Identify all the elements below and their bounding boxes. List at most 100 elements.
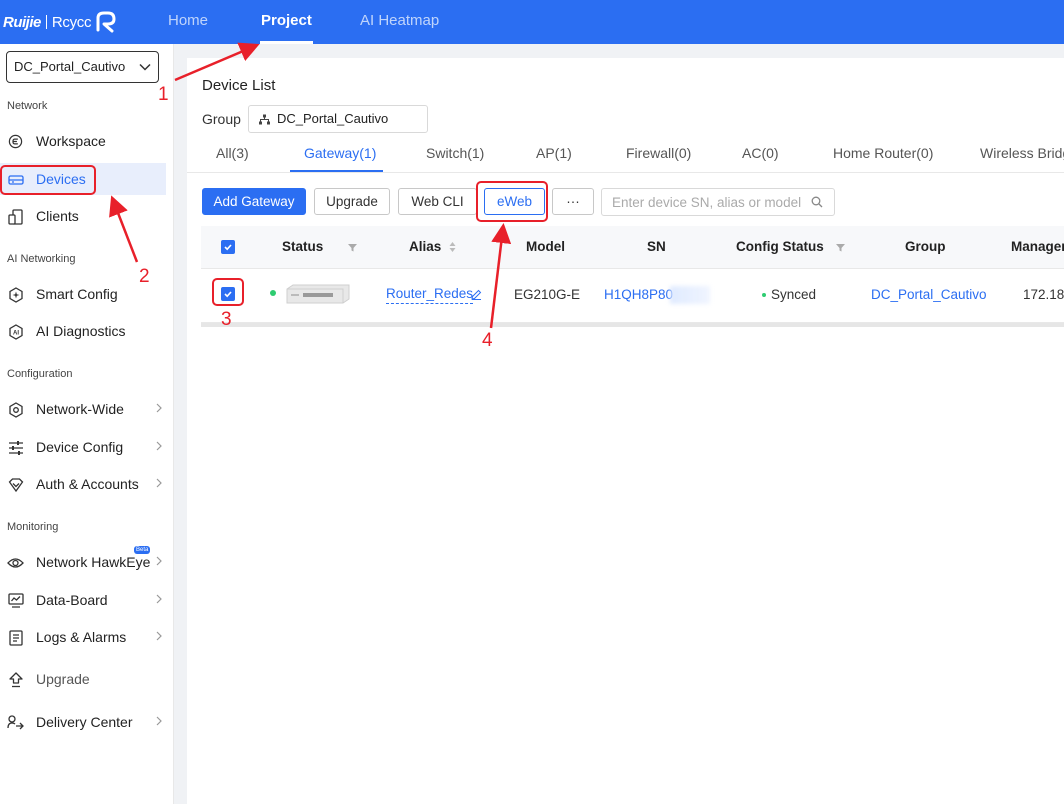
sub-brand-name: Rcycc — [51, 13, 92, 31]
sidebar-item-ai-diagnostics[interactable]: AI AI Diagnostics — [0, 315, 166, 347]
sidebar-item-upgrade[interactable]: Upgrade — [0, 663, 166, 695]
svg-text:AI: AI — [13, 330, 19, 336]
checkmark-icon — [224, 244, 232, 251]
table-header: Status Alias Model SN Config Status Grou… — [201, 226, 1064, 269]
tab-all[interactable]: All(3) — [216, 145, 249, 161]
more-actions-button[interactable]: ··· — [552, 188, 594, 215]
tab-firewall[interactable]: Firewall(0) — [626, 145, 691, 161]
ai-diagnostics-icon: AI — [7, 323, 24, 340]
annotation-number-4: 4 — [482, 330, 493, 351]
topnav-ai-heatmap[interactable]: AI Heatmap — [360, 0, 439, 44]
section-network: Network — [7, 100, 48, 112]
delivery-icon — [7, 714, 24, 731]
logs-icon — [7, 629, 24, 646]
annotation-number-1: 1 — [158, 84, 169, 105]
project-select-value: DC_Portal_Cautivo — [14, 59, 126, 74]
chevron-down-icon — [139, 63, 151, 71]
add-gateway-button[interactable]: Add Gateway — [202, 188, 306, 215]
sn-link[interactable]: H1QH8P80 — [604, 287, 673, 302]
select-all-checkbox[interactable] — [221, 240, 235, 254]
column-header-config-status: Config Status — [736, 239, 824, 254]
workspace-icon — [7, 133, 24, 150]
sidebar-item-network-wide[interactable]: Network-Wide — [0, 393, 166, 425]
alias-link[interactable]: Router_Redes — [386, 286, 474, 304]
management-ip-cell: 172.18. — [1023, 287, 1064, 302]
topnav-project[interactable]: Project — [260, 0, 313, 44]
filter-icon[interactable] — [836, 243, 845, 252]
device-search-input[interactable] — [601, 188, 835, 216]
model-cell: EG210G-E — [514, 287, 581, 302]
sort-icon[interactable] — [449, 241, 456, 253]
chevron-right-icon — [156, 716, 162, 726]
filter-icon[interactable] — [348, 243, 357, 252]
sidebar-item-label: Smart Config — [36, 286, 118, 302]
sidebar-item-label: Delivery Center — [36, 714, 133, 730]
group-selector[interactable]: DC_Portal_Cautivo — [248, 105, 428, 133]
sidebar-item-label: AI Diagnostics — [36, 323, 126, 339]
device-type-tabs: All(3) Gateway(1) Switch(1) AP(1) Firewa… — [187, 138, 1064, 173]
upgrade-button[interactable]: Upgrade — [314, 188, 390, 215]
sidebar: DC_Portal_Cautivo Network Workspace Devi… — [0, 44, 174, 804]
smart-config-icon — [7, 286, 24, 303]
clients-icon — [7, 208, 24, 225]
sidebar-item-label: Network-Wide — [36, 401, 124, 417]
sidebar-item-label: Auth & Accounts — [36, 476, 139, 492]
sidebar-item-data-board[interactable]: Data-Board — [0, 584, 166, 616]
sidebar-item-label: Network HawkEye — [36, 554, 151, 570]
sidebar-item-delivery-center[interactable]: Delivery Center — [0, 706, 166, 738]
project-select[interactable]: DC_Portal_Cautivo — [6, 51, 159, 83]
chevron-right-icon — [156, 403, 162, 413]
chevron-right-icon — [156, 478, 162, 488]
upgrade-icon — [7, 671, 24, 688]
sidebar-item-device-config[interactable]: Device Config — [0, 431, 166, 463]
tab-wireless-bridge[interactable]: Wireless Bridge — [980, 145, 1064, 161]
sidebar-item-workspace[interactable]: Workspace — [0, 125, 166, 157]
synced-status-dot — [762, 293, 766, 297]
section-monitoring: Monitoring — [7, 521, 59, 533]
top-bar: Ruijie Rcycc Home Project AI Heatmap — [0, 0, 1064, 44]
column-header-sn: SN — [647, 239, 666, 254]
table-row[interactable]: Router_Redes EG210G-E H1QH8P80 Synced DC… — [201, 269, 1064, 323]
sidebar-item-label: Data-Board — [36, 592, 108, 608]
edit-pencil-icon[interactable] — [471, 289, 482, 300]
tab-ap[interactable]: AP(1) — [536, 145, 572, 161]
sidebar-item-clients[interactable]: Clients — [0, 200, 166, 232]
sn-blur-redaction — [670, 286, 710, 304]
beta-badge: Beta — [134, 546, 151, 554]
column-header-group: Group — [905, 239, 946, 254]
brand-name: Ruijie — [3, 13, 41, 31]
sidebar-item-label: Upgrade — [36, 671, 90, 687]
tab-home-router[interactable]: Home Router(0) — [833, 145, 933, 161]
shield-icon — [7, 476, 24, 493]
sidebar-item-logs-alarms[interactable]: Logs & Alarms — [0, 621, 166, 653]
main-content: Device List Group DC_Portal_Cautivo All(… — [187, 58, 1064, 804]
chevron-right-icon — [156, 594, 162, 604]
sidebar-item-label: Device Config — [36, 439, 124, 455]
sidebar-item-label: Logs & Alarms — [36, 629, 127, 645]
dashboard-icon — [7, 592, 24, 609]
annotation-box-eweb — [476, 181, 548, 222]
tab-gateway[interactable]: Gateway(1) — [304, 145, 376, 161]
cloud-logo-icon — [96, 11, 116, 33]
chevron-right-icon — [156, 556, 162, 566]
online-status-dot — [270, 290, 276, 296]
annotation-number-3: 3 — [221, 309, 232, 330]
active-tab-indicator — [290, 170, 383, 172]
column-header-model: Model — [526, 239, 565, 254]
tab-ac[interactable]: AC(0) — [742, 145, 779, 161]
sidebar-item-network-hawkeye[interactable]: Network HawkEye Beta — [0, 546, 166, 578]
sidebar-item-label: Clients — [36, 208, 79, 224]
group-link[interactable]: DC_Portal_Cautivo — [871, 287, 987, 302]
web-cli-button[interactable]: Web CLI — [398, 188, 477, 215]
gear-icon — [7, 401, 24, 418]
chevron-right-icon — [156, 631, 162, 641]
search-icon[interactable] — [811, 196, 823, 208]
sidebar-item-auth-accounts[interactable]: Auth & Accounts — [0, 468, 166, 500]
tab-switch[interactable]: Switch(1) — [426, 145, 484, 161]
topnav-home[interactable]: Home — [168, 0, 208, 44]
ruijie-logo[interactable]: Ruijie Rcycc — [3, 8, 118, 36]
eye-icon — [7, 554, 24, 571]
column-header-alias: Alias — [409, 239, 442, 254]
horizontal-scrollbar[interactable] — [201, 323, 1064, 327]
column-header-status: Status — [282, 239, 324, 254]
